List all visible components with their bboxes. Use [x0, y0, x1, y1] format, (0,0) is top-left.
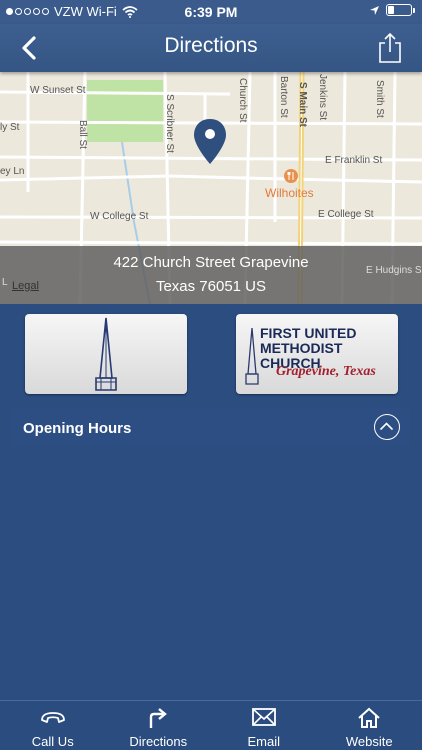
street-label: Church St	[237, 78, 248, 123]
street-label: E College St	[318, 209, 374, 220]
steeple-icon	[245, 327, 259, 385]
tab-label: Website	[345, 734, 393, 749]
street-label: E Hudgins S	[366, 265, 422, 276]
map-view[interactable]: W Sunset St ly St ey Ln Ball St S Scribn…	[0, 72, 422, 304]
street-label: Jenkins St	[317, 74, 328, 121]
envelope-icon	[251, 708, 276, 726]
phone-icon	[40, 712, 65, 723]
street-label: ey Ln	[0, 166, 25, 177]
street-label: W College St	[90, 211, 149, 222]
address-overlay: 422 Church Street Grapevine Texas 76051 …	[0, 246, 422, 304]
street-label: S Scribner St	[164, 94, 175, 153]
battery-icon	[386, 4, 415, 16]
tab-website[interactable]: Website	[317, 701, 422, 750]
address-line-2: Texas 76051 US	[155, 278, 267, 295]
opening-hours-label: Opening Hours	[23, 420, 132, 437]
status-bar: VZW Wi-Fi 6:39 PM	[0, 0, 422, 24]
poi-label: Wilhoites	[265, 186, 314, 200]
street-label: E Franklin St	[325, 155, 383, 166]
location-pin-icon[interactable]	[192, 117, 228, 167]
street-label: S Main St	[297, 82, 308, 128]
logo-line-1: FIRST UNITED	[260, 325, 357, 341]
restaurant-icon[interactable]	[284, 169, 298, 183]
address-line-1: 422 Church Street Grapevine	[113, 254, 309, 271]
tab-label: Directions	[129, 734, 188, 749]
chevron-up-circle-icon[interactable]	[374, 414, 400, 440]
steeple-icon	[95, 317, 117, 391]
tab-directions[interactable]: Directions	[106, 701, 212, 750]
share-icon[interactable]	[376, 31, 404, 65]
street-label: Barton St	[278, 76, 289, 118]
street-label: L	[2, 277, 8, 288]
tab-label: Email	[247, 734, 280, 749]
church-logo-tile[interactable]	[25, 314, 187, 394]
status-time: 6:39 PM	[184, 4, 238, 20]
tab-bar: Call Us Directions Email Website	[0, 700, 422, 750]
tab-label: Call Us	[31, 734, 74, 749]
map-legal-link[interactable]: Legal	[12, 280, 39, 292]
church-name-logo-tile[interactable]: FIRST UNITED METHODIST CHURCH Grapevine,…	[236, 314, 398, 394]
location-arrow-icon	[370, 5, 379, 15]
street-label: Ball St	[77, 120, 88, 149]
opening-hours-row[interactable]: Opening Hours	[12, 408, 410, 446]
page-title: Directions	[164, 34, 258, 57]
tab-call-us[interactable]: Call Us	[0, 701, 106, 750]
street-label: W Sunset St	[30, 85, 86, 96]
tab-email[interactable]: Email	[211, 701, 317, 750]
turn-right-arrow-icon	[150, 708, 168, 728]
home-icon	[358, 707, 380, 728]
street-label: ly St	[0, 122, 20, 133]
logo-script: Grapevine, Texas	[276, 364, 376, 379]
status-bar-right	[369, 4, 415, 16]
navigation-bar: Directions	[0, 24, 422, 72]
street-label: Smith St	[374, 80, 385, 118]
